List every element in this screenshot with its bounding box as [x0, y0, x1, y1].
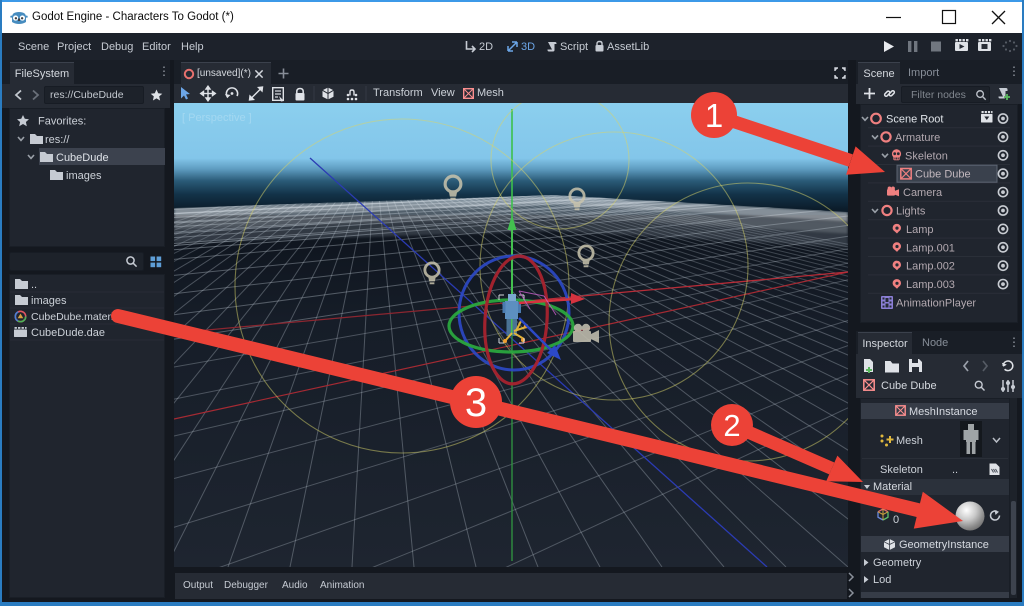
svg-text:3: 3: [465, 381, 487, 425]
svg-text:2: 2: [723, 408, 740, 443]
svg-text:1: 1: [705, 97, 723, 134]
